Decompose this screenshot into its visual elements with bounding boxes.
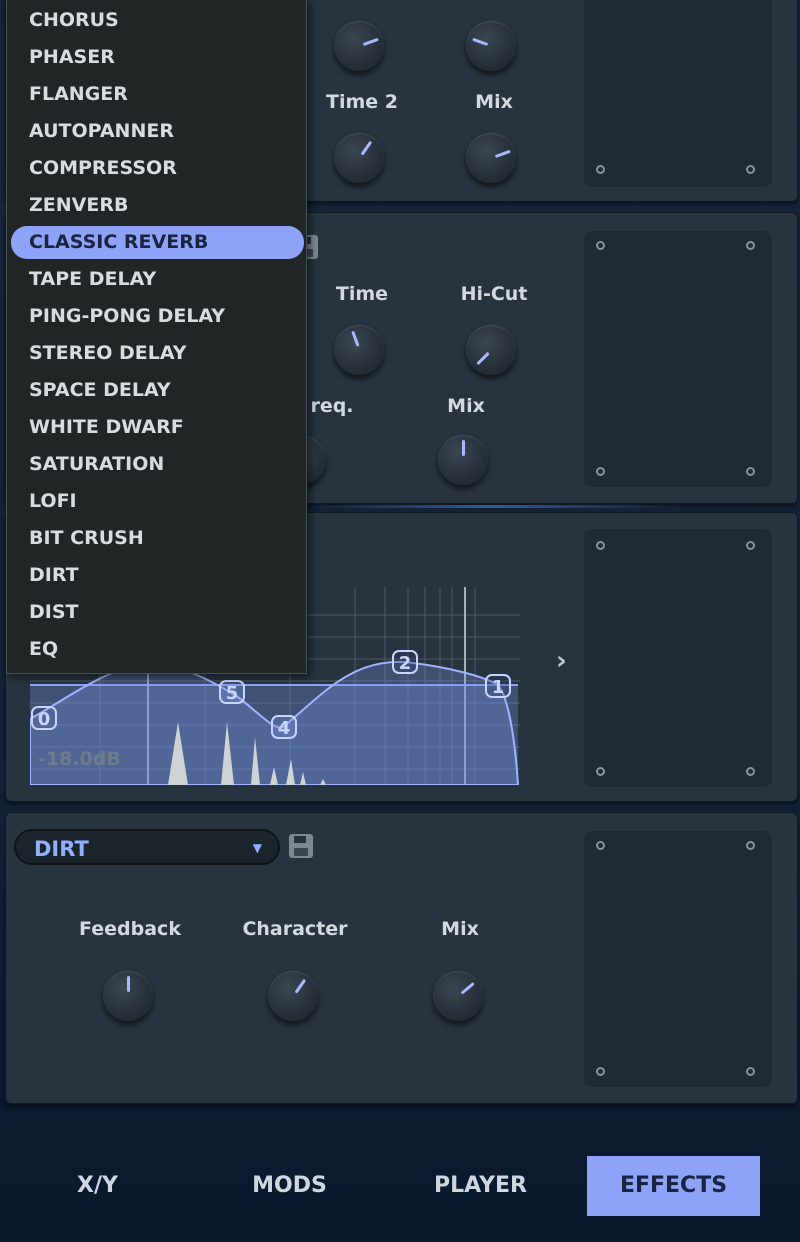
menu-item-chorus[interactable]: CHORUS: [11, 4, 304, 37]
knob-mix[interactable]: [433, 971, 483, 1021]
tab-xy[interactable]: X/Y: [20, 1156, 175, 1216]
knob-label-time2: Time 2: [326, 91, 398, 113]
knob-hicut[interactable]: [466, 325, 516, 375]
chevron-right-icon[interactable]: ›: [556, 646, 567, 676]
screw: [596, 841, 605, 850]
knob-label-mix: Mix: [475, 91, 513, 113]
knob-time[interactable]: [334, 325, 384, 375]
screw: [746, 841, 755, 850]
svg-text:0: 0: [38, 709, 51, 730]
screw: [596, 241, 605, 250]
knob-feedback[interactable]: [466, 21, 516, 71]
panel-glow: [300, 505, 680, 508]
knob-mix[interactable]: [438, 435, 488, 485]
menu-item-ping-pong-delay[interactable]: PING-PONG DELAY: [11, 300, 304, 333]
screw: [596, 767, 605, 776]
menu-item-stereo-delay[interactable]: STEREO DELAY: [11, 337, 304, 370]
screw: [596, 1067, 605, 1076]
svg-text:5: 5: [226, 683, 239, 704]
xy-pad[interactable]: [584, 831, 772, 1087]
eq-node[interactable]: 4: [271, 715, 297, 739]
knob-label-character: Character: [242, 918, 348, 940]
tab-mods[interactable]: MODS: [212, 1156, 367, 1216]
knob-mix[interactable]: [466, 133, 516, 183]
menu-item-saturation[interactable]: SATURATION: [11, 448, 304, 481]
screw: [746, 467, 755, 476]
effect-type-value: DIRT: [34, 837, 89, 861]
xy-pad[interactable]: [584, 0, 772, 187]
save-icon[interactable]: [289, 834, 313, 858]
menu-item-eq[interactable]: EQ: [11, 633, 304, 666]
knob-label-hicut: Hi-Cut: [460, 283, 528, 305]
menu-item-dist[interactable]: DIST: [11, 596, 304, 629]
menu-item-tape-delay[interactable]: TAPE DELAY: [11, 263, 304, 296]
eq-node[interactable]: 1: [485, 674, 511, 698]
screw: [596, 165, 605, 174]
knob-label-time: Time: [335, 283, 389, 305]
tab-player[interactable]: PLAYER: [403, 1156, 558, 1216]
effect-slot-4: DIRT ▼ Feedback Character Mix: [5, 812, 798, 1104]
menu-item-autopanner[interactable]: AUTOPANNER: [11, 115, 304, 148]
menu-item-phaser[interactable]: PHASER: [11, 41, 304, 74]
menu-item-compressor[interactable]: COMPRESSOR: [11, 152, 304, 185]
knob-feedback[interactable]: [103, 971, 153, 1021]
knob-time2[interactable]: [334, 133, 384, 183]
screw: [746, 241, 755, 250]
effect-type-select[interactable]: DIRT ▼: [14, 829, 280, 865]
menu-item-bit-crush[interactable]: BIT CRUSH: [11, 522, 304, 555]
xy-pad[interactable]: [584, 231, 772, 487]
menu-item-white-dwarf[interactable]: WHITE DWARF: [11, 411, 304, 444]
chevron-down-icon: ▼: [252, 841, 262, 855]
menu-item-classic-reverb[interactable]: CLASSIC REVERB: [11, 226, 304, 259]
screw: [596, 541, 605, 550]
xy-pad[interactable]: [584, 529, 772, 787]
svg-text:1: 1: [492, 677, 505, 698]
tab-effects[interactable]: EFFECTS: [587, 1156, 760, 1216]
svg-text:4: 4: [278, 718, 291, 739]
knob-label-mix: Mix: [447, 395, 485, 417]
screw: [746, 165, 755, 174]
effect-type-menu: CHORUS PHASER FLANGER AUTOPANNER COMPRES…: [6, 0, 307, 674]
screw: [746, 541, 755, 550]
screw: [746, 1067, 755, 1076]
menu-item-dirt[interactable]: DIRT: [11, 559, 304, 592]
knob-label-feedback: Feedback: [79, 918, 181, 940]
eq-gain-label: -18.0dB: [38, 748, 121, 770]
menu-item-space-delay[interactable]: SPACE DELAY: [11, 374, 304, 407]
eq-node[interactable]: 5: [219, 680, 245, 704]
menu-item-lofi[interactable]: LOFI: [11, 485, 304, 518]
knob-character[interactable]: [268, 971, 318, 1021]
svg-text:2: 2: [399, 653, 412, 674]
menu-item-zenverb[interactable]: ZENVERB: [11, 189, 304, 222]
screw: [746, 767, 755, 776]
screw: [596, 467, 605, 476]
knob-label-mix: Mix: [441, 918, 479, 940]
menu-item-flanger[interactable]: FLANGER: [11, 78, 304, 111]
eq-node[interactable]: 2: [392, 650, 418, 674]
knob-time1[interactable]: [334, 21, 384, 71]
